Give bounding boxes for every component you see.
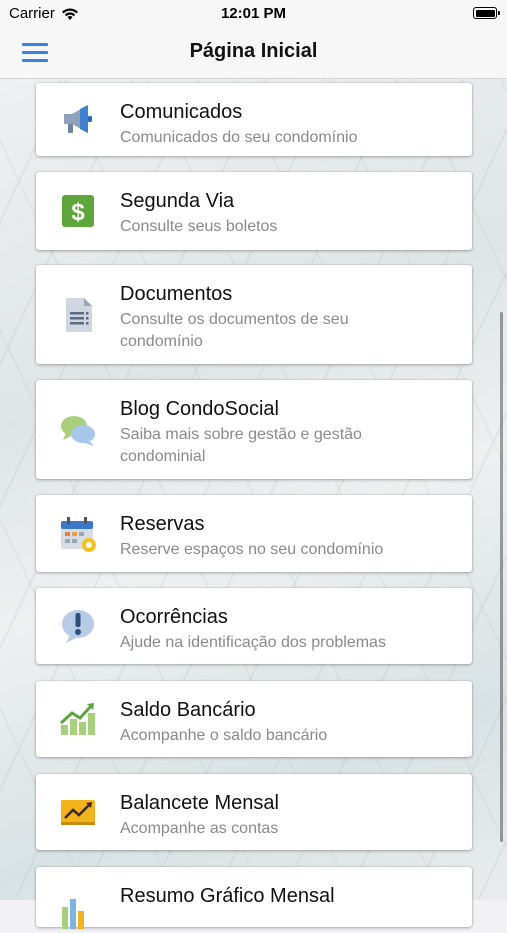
document-icon: [66, 297, 92, 332]
menu-item-ocorrencias[interactable]: Ocorrências Ajude na identificação dos p…: [36, 588, 472, 664]
item-subtitle: Acompanhe o saldo bancário: [120, 727, 328, 744]
menu-item-blog-condosocial[interactable]: Blog CondoSocial Saiba mais sobre gestão…: [36, 380, 472, 479]
menu-item-comunicados[interactable]: Comunicados Comunicados do seu condomíni…: [36, 83, 472, 156]
bar-chart-icon: [62, 899, 84, 929]
menu-item-documentos[interactable]: Documentos Consulte os documentos de seu…: [36, 265, 472, 364]
item-subtitle: Comunicados do seu condomínio: [120, 129, 358, 146]
page-title: Página Inicial: [189, 40, 318, 62]
item-subtitle: Saiba mais sobre gestão e gestão condomi…: [120, 426, 362, 465]
clock: 12:01 PM: [220, 5, 287, 22]
item-title: Reservas: [120, 513, 205, 535]
menu-item-reservas[interactable]: Reservas Reserve espaços no seu condomín…: [36, 495, 472, 572]
status-bar: Carrier 12:01 PM: [0, 0, 507, 28]
item-subtitle: Reserve espaços no seu condomínio: [120, 541, 384, 558]
item-title: Ocorrências: [120, 606, 228, 628]
megaphone-icon: [64, 104, 92, 133]
item-subtitle: Consulte seus boletos: [120, 218, 278, 235]
menu-item-segunda-via[interactable]: $ Segunda Via Consulte seus boletos: [36, 172, 472, 250]
dollar-bill-icon: $: [62, 195, 94, 227]
item-title: Comunicados: [120, 101, 243, 123]
svg-text:$: $: [71, 199, 85, 226]
trend-board-icon: [61, 800, 95, 825]
item-title: Segunda Via: [120, 190, 235, 212]
item-subtitle: Ajude na identificação dos problemas: [120, 634, 386, 651]
item-title: Documentos: [120, 283, 233, 305]
item-title: Balancete Mensal: [120, 792, 279, 814]
alert-bubble-icon: [62, 610, 94, 643]
item-title: Blog CondoSocial: [120, 398, 279, 420]
scrollbar[interactable]: [500, 312, 503, 842]
item-title: Saldo Bancário: [120, 699, 256, 721]
growth-chart-icon: [59, 703, 95, 735]
menu-item-saldo-bancario[interactable]: Saldo Bancário Acompanhe o saldo bancári…: [36, 681, 472, 757]
menu-item-resumo-grafico-mensal[interactable]: Resumo Gráfico Mensal: [36, 867, 472, 929]
item-subtitle: Consulte os documentos de seu condomínio: [120, 311, 349, 350]
chat-bubbles-icon: [61, 415, 95, 446]
menu-item-balancete-mensal[interactable]: Balancete Mensal Acompanhe as contas: [36, 774, 472, 850]
navigation-bar: Página Inicial: [0, 28, 507, 79]
battery-icon: [473, 7, 500, 19]
item-subtitle: Acompanhe as contas: [120, 820, 279, 837]
item-title: Resumo Gráfico Mensal: [120, 885, 335, 907]
calendar-icon: [61, 516, 96, 552]
